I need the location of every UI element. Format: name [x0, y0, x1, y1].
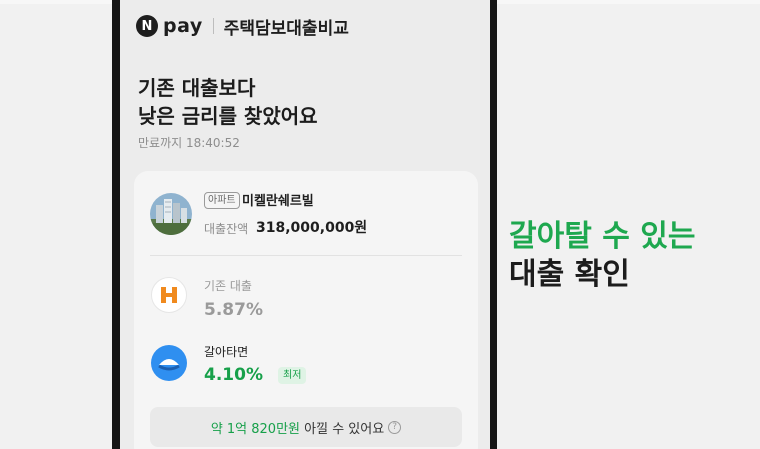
existing-bank-logo-icon	[151, 277, 187, 313]
phone-bezel-right	[490, 0, 497, 449]
promo-line-1: 갈아탈 수 있는	[509, 219, 696, 254]
existing-loan-rate: 5.87%	[204, 300, 263, 320]
savings-amount: 약 1억 820만원	[210, 421, 301, 437]
app-header: N pay 주택담보대출비교	[136, 12, 349, 40]
switch-loan-rate: 4.10%	[204, 365, 263, 385]
property-photo	[150, 193, 192, 235]
loan-balance-label: 대출잔액	[204, 222, 249, 236]
page-title: 주택담보대출비교	[223, 18, 349, 39]
promo-line-2: 대출 확인	[509, 257, 630, 292]
property-type-badge: 아파트	[204, 192, 240, 209]
loan-comparison-card: 아파트 미켈란쉐르빌 대출잔액 318,000,000원 기존 대출 5.87%…	[134, 171, 478, 449]
existing-loan-label: 기존 대출	[204, 279, 252, 293]
property-name: 미켈란쉐르빌	[242, 194, 314, 209]
phone-screen: N pay 주택담보대출비교 기존 대출보다 낮은 금리를 찾았어요 만료까지 …	[120, 0, 490, 449]
lowest-rate-badge: 최저	[278, 367, 307, 384]
question-circle-icon[interactable]: ?	[388, 420, 402, 434]
loan-balance-value: 318,000,000원	[256, 220, 368, 236]
savings-banner[interactable]: 약 1억 820만원 아낄 수 있어요 ?	[150, 407, 462, 447]
headline-line-2: 낮은 금리를 찾았어요	[138, 104, 318, 128]
headline: 기존 대출보다 낮은 금리를 찾았어요	[138, 74, 468, 130]
headline-line-1: 기존 대출보다	[138, 76, 256, 100]
card-divider	[150, 255, 462, 256]
header-divider	[212, 18, 214, 34]
phone-bezel-left	[112, 0, 120, 449]
switch-bank-logo-icon	[151, 345, 187, 381]
switch-loan-label: 갈아타면	[204, 345, 249, 359]
npay-logo-icon: N	[136, 15, 158, 37]
savings-suffix: 아낄 수 있어요	[304, 421, 385, 437]
promo-caption: 갈아탈 수 있는 대출 확인	[509, 218, 696, 294]
expiry-timer: 만료까지 18:40:52	[138, 136, 240, 150]
pay-wordmark: pay	[163, 15, 203, 37]
